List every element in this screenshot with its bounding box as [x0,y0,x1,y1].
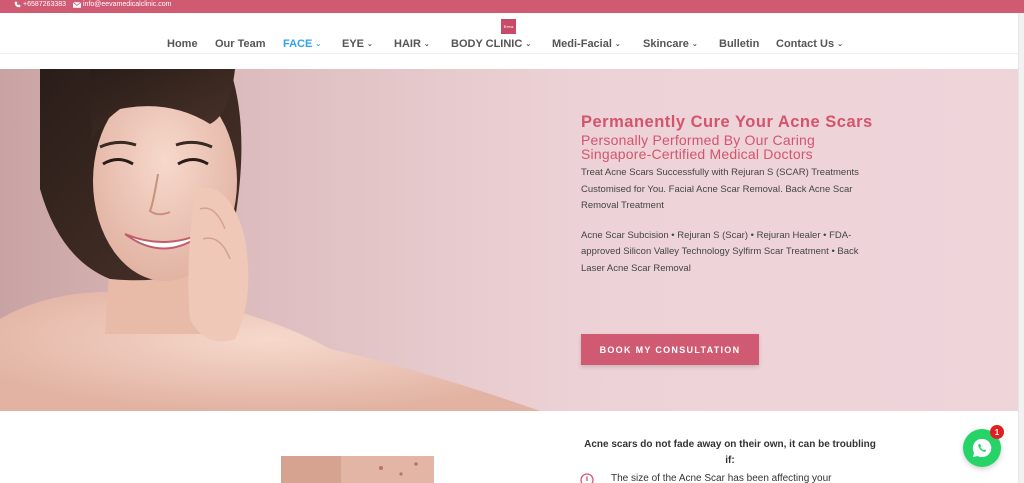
hero-model-photo [0,69,540,411]
nav-eye[interactable]: EYE ⌄ [342,38,373,50]
logo-text: Eeva [503,24,514,29]
phone-link[interactable]: +6587263383 [14,1,66,8]
nav-label: Medi-Facial [552,38,612,50]
nav-label: Skincare [643,38,689,50]
whatsapp-icon [972,438,992,458]
nav-body-clinic[interactable]: BODY CLINIC ⌄ [451,38,531,50]
top-contact-bar: +6587263383 info@eevamedicalclinic.com [0,0,1024,13]
envelope-icon [73,1,81,8]
chevron-down-icon: ⌄ [525,41,532,48]
nav-label: EYE [342,38,365,50]
nav-label: Our Team [215,38,266,50]
phone-icon [14,1,21,8]
nav-home[interactable]: Home [167,38,198,50]
nav-label: BODY CLINIC [451,38,523,50]
troubling-item-1: The size of the Acne Scar has been affec… [611,473,832,483]
acne-skin-photo [281,456,434,483]
main-header: Eeva Home Our Team FACE ⌄ EYE ⌄ HAIR ⌄ BODY… [0,13,1018,54]
chevron-down-icon: ⌄ [367,41,373,48]
phone-number: +6587263383 [23,1,67,8]
hero-subtitle: Personally Performed By Our Caring Singa… [581,132,815,162]
chevron-down-icon: ⌄ [315,41,322,48]
email-address: info@eevamedicalclinic.com [83,1,172,8]
warning-icon [580,473,594,483]
page-scrollbar[interactable] [1018,13,1024,483]
nav-label: Bulletin [719,38,760,50]
book-consultation-button[interactable]: BOOK MY CONSULTATION [581,334,759,365]
nav-bulletin[interactable]: Bulletin [719,38,759,50]
hero-paragraph-2: Acne Scar Subcision • Rejuran S (Scar) •… [581,229,859,274]
hero-banner: Permanently Cure Your Acne Scars Persona… [0,69,1018,411]
section-heading: Acne scars do not fade away on their own… [584,439,876,466]
nav-face[interactable]: FACE ⌄ [283,38,321,50]
notification-badge: 1 [990,425,1004,439]
nav-label: Home [167,38,198,50]
chevron-down-icon: ⌄ [837,41,843,48]
nav-our-team[interactable]: Our Team [215,38,266,50]
nav-medi-facial[interactable]: Medi-Facial ⌄ [552,38,621,50]
clinic-logo[interactable]: Eeva [501,19,516,34]
chevron-down-icon: ⌄ [691,41,698,48]
nav-hair[interactable]: HAIR ⌄ [394,38,430,50]
email-link[interactable]: info@eevamedicalclinic.com [73,1,171,8]
chevron-down-icon: ⌄ [614,41,621,48]
hero-paragraph-1: Treat Acne Scars Successfully with Rejur… [581,167,859,211]
nav-label: HAIR [394,38,421,50]
hero-text-block: Permanently Cure Your Acne Scars Persona… [581,113,881,277]
nav-contact-us[interactable]: Contact Us ⌄ [776,38,843,50]
main-menu: Home Our Team FACE ⌄ EYE ⌄ HAIR ⌄ BODY CLIN… [0,38,1018,54]
nav-skincare[interactable]: Skincare ⌄ [643,38,698,50]
nav-label: Contact Us [776,38,835,50]
hero-title: Permanently Cure Your Acne Scars [581,113,873,131]
chevron-down-icon: ⌄ [423,41,430,48]
nav-label: FACE [283,38,313,50]
